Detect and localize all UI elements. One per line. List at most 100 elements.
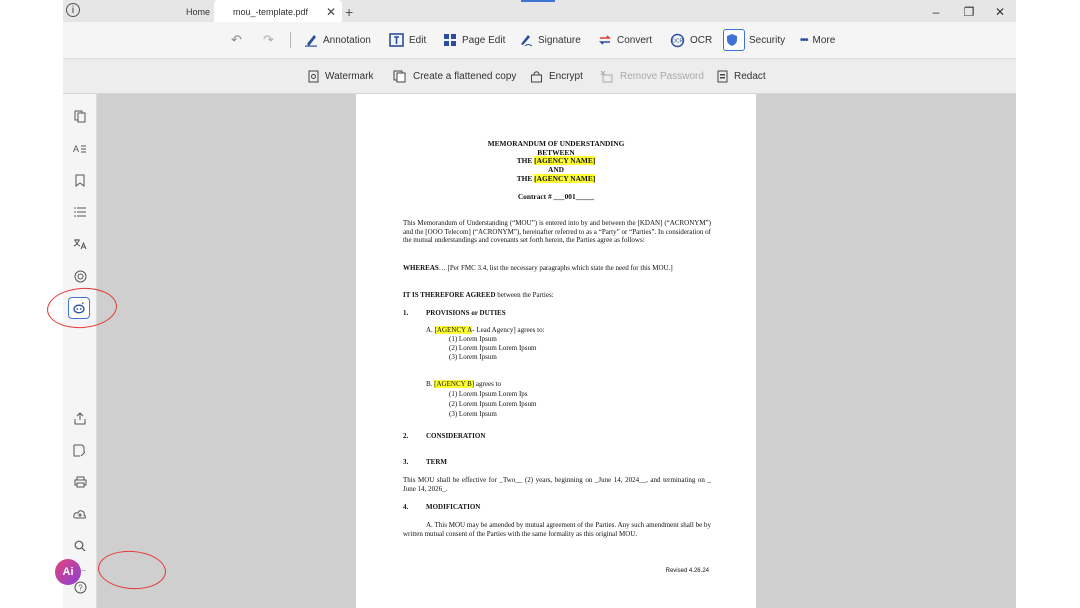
agreed-text: between the Parties:	[495, 291, 554, 299]
text-search-icon[interactable]: A	[71, 139, 89, 157]
share-icon[interactable]	[71, 409, 89, 427]
more-dots-icon: •••	[800, 34, 808, 46]
page-edit-button[interactable]: Page Edit	[443, 30, 505, 50]
agreed-bold: IT IS THEREFORE AGREED	[403, 291, 496, 299]
watermark-button[interactable]: Watermark	[308, 68, 374, 84]
section3-title: TERM	[426, 458, 447, 466]
watermark-label: Watermark	[325, 70, 374, 82]
agency-b-text: agrees to	[474, 380, 501, 388]
pages-icon[interactable]	[71, 107, 89, 125]
whereas-bold: WHEREAS	[403, 264, 439, 272]
agency-b-item: (2) Lorem Ipsum Lorem Ipsum	[449, 400, 537, 408]
pen-icon	[305, 35, 317, 47]
remove-password-label: Remove Password	[620, 70, 704, 82]
close-tab-icon[interactable]: ✕	[326, 0, 336, 24]
agency-b-item: (1) Lorem Ipsum Lorem Ips	[449, 390, 528, 398]
agency-name-placeholder: [AGENCY NAME]	[534, 174, 596, 183]
search-icon[interactable]	[71, 537, 89, 555]
section4-title: MODIFICATION	[426, 503, 481, 511]
lock-icon	[531, 70, 542, 82]
restore-button[interactable]: ❐	[954, 0, 984, 24]
main-toolbar: ↶ ↷ Annotation Edit Page Edit Signature …	[63, 22, 1016, 59]
encrypt-label: Encrypt	[549, 70, 583, 82]
ocr-button[interactable]: OCR OCR	[670, 30, 712, 50]
agency-b-item: (3) Lorem Ipsum	[449, 410, 497, 418]
agency-b-highlight: [AGENCY B]	[434, 380, 475, 388]
security-button[interactable]: Security	[723, 27, 785, 53]
translate-icon[interactable]	[71, 235, 89, 253]
section1-title: PROVISIONS or DUTIES	[426, 309, 506, 317]
ai-assistant-button[interactable]: Ai	[55, 559, 81, 585]
revision-date: Revised 4.26.24	[665, 568, 709, 574]
annotation-button[interactable]: Annotation	[304, 30, 371, 50]
agency-name-placeholder: [AGENCY NAME]	[534, 156, 596, 165]
shield-icon	[723, 29, 745, 51]
page-edit-label: Page Edit	[462, 34, 506, 46]
undo-button[interactable]: ↶	[231, 30, 242, 50]
convert-label: Convert	[617, 34, 653, 46]
bookmark-icon[interactable]	[71, 171, 89, 189]
cloud-upload-icon[interactable]	[71, 505, 89, 523]
outline-icon[interactable]	[71, 203, 89, 221]
minimize-button[interactable]: –	[921, 0, 951, 24]
section1-number: 1.	[403, 309, 409, 317]
redact-label: Redact	[734, 70, 766, 82]
tab-document-label: mou_-template.pdf	[233, 7, 309, 17]
edit-label: Edit	[409, 34, 427, 46]
doc-agency-line1: THE [AGENCY NAME]	[356, 156, 756, 165]
svg-text:A: A	[73, 144, 79, 154]
section2-title: CONSIDERATION	[426, 432, 486, 440]
section3-number: 3.	[403, 458, 409, 466]
flatten-copy-label: Create a flattened copy	[413, 70, 517, 82]
whereas-paragraph: WHEREAS… [Per FMC 3.4, list the necessar…	[403, 264, 711, 273]
section4-number: 4.	[403, 503, 409, 511]
pdf-editor-window: i Home mou_-template.pdf ✕ + – ❐ ✕ ↶ ↷ A…	[63, 0, 1016, 608]
intro-paragraph: This Memorandum of Understanding (“MOU”)…	[403, 219, 711, 245]
save-as-icon[interactable]	[71, 441, 89, 459]
encrypt-button[interactable]: Encrypt	[530, 68, 583, 84]
ocr-label: OCR	[690, 34, 713, 46]
flatten-copy-button[interactable]: Create a flattened copy	[393, 68, 516, 84]
agency-a-highlight: [AGENCY A	[434, 326, 473, 334]
document-viewport[interactable]: MEMORANDUM OF UNDERSTANDING BETWEEN THE …	[97, 94, 1016, 608]
term-paragraph: This MOU shall be effective for _Two__ (…	[403, 476, 711, 493]
signature-icon	[521, 35, 533, 47]
edit-icon	[389, 33, 404, 47]
convert-button[interactable]: Convert	[598, 30, 652, 50]
doc-agency-line2: THE [AGENCY NAME]	[356, 174, 756, 183]
info-icon[interactable]: i	[66, 3, 80, 17]
section2-number: 2.	[403, 432, 409, 440]
more-button[interactable]: ••• More	[800, 30, 835, 50]
agency-a-item: (2) Lorem Ipsum Lorem Ipsum	[449, 344, 537, 352]
ocr-icon[interactable]	[71, 267, 89, 285]
tab-document[interactable]: mou_-template.pdf ✕	[214, 0, 342, 22]
agency-b-prefix: B.	[426, 380, 435, 388]
edit-button[interactable]: Edit	[389, 30, 426, 50]
ai-assistant-icon[interactable]	[68, 297, 90, 319]
pdf-page: MEMORANDUM OF UNDERSTANDING BETWEEN THE …	[356, 94, 756, 608]
security-subtoolbar: Watermark Create a flattened copy Encryp…	[63, 59, 1016, 94]
doc-title-line1: MEMORANDUM OF UNDERSTANDING	[487, 139, 625, 148]
redact-icon	[717, 70, 728, 82]
flatten-icon	[393, 70, 406, 82]
remove-password-button[interactable]: Remove Password	[600, 68, 704, 84]
watermark-icon	[308, 70, 319, 82]
signature-label: Signature	[538, 34, 581, 46]
redact-button[interactable]: Redact	[717, 68, 766, 84]
modification-paragraph: A. This MOU may be amended by mutual agr…	[403, 521, 711, 538]
ocr-icon: OCR	[670, 33, 685, 47]
print-icon[interactable]	[71, 473, 89, 491]
new-tab-button[interactable]: +	[345, 0, 353, 24]
agency-a-item: (1) Lorem Ipsum	[449, 335, 497, 343]
signature-button[interactable]: Signature	[519, 30, 581, 50]
window-close-button[interactable]: ✕	[985, 0, 1015, 24]
toolbar-divider	[290, 32, 291, 48]
redo-button[interactable]: ↷	[263, 30, 274, 50]
agency-a-item: (3) Lorem Ipsum	[449, 353, 497, 361]
more-label: More	[812, 34, 836, 46]
agency-a-text: - Lead Agency] agrees to:	[472, 326, 545, 334]
convert-icon	[599, 35, 611, 45]
agency-a-prefix: A.	[426, 326, 435, 334]
agency-b-line: B. [AGENCY B] agrees to	[426, 380, 501, 389]
page-edit-icon	[444, 34, 456, 46]
